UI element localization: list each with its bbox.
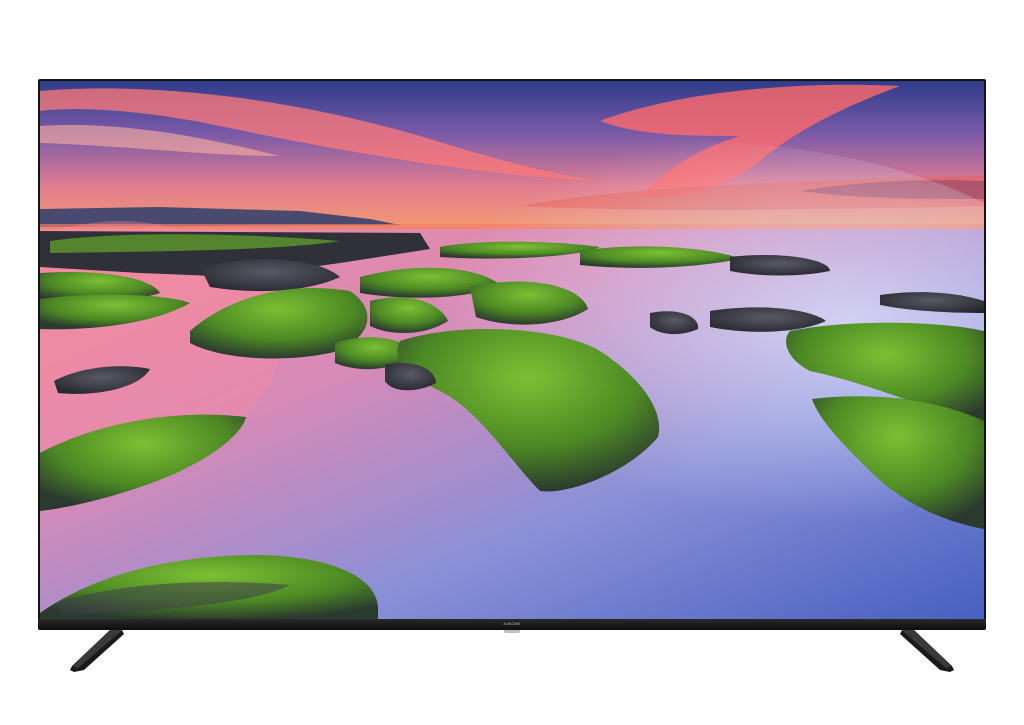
television: XIAOMI	[0, 0, 1024, 725]
landscape-image	[40, 81, 984, 620]
tv-screen	[40, 81, 984, 620]
brand-logo: XIAOMI	[503, 621, 521, 626]
ir-sensor	[504, 630, 520, 633]
right-stand-icon	[900, 630, 954, 679]
left-stand-icon	[70, 630, 124, 679]
